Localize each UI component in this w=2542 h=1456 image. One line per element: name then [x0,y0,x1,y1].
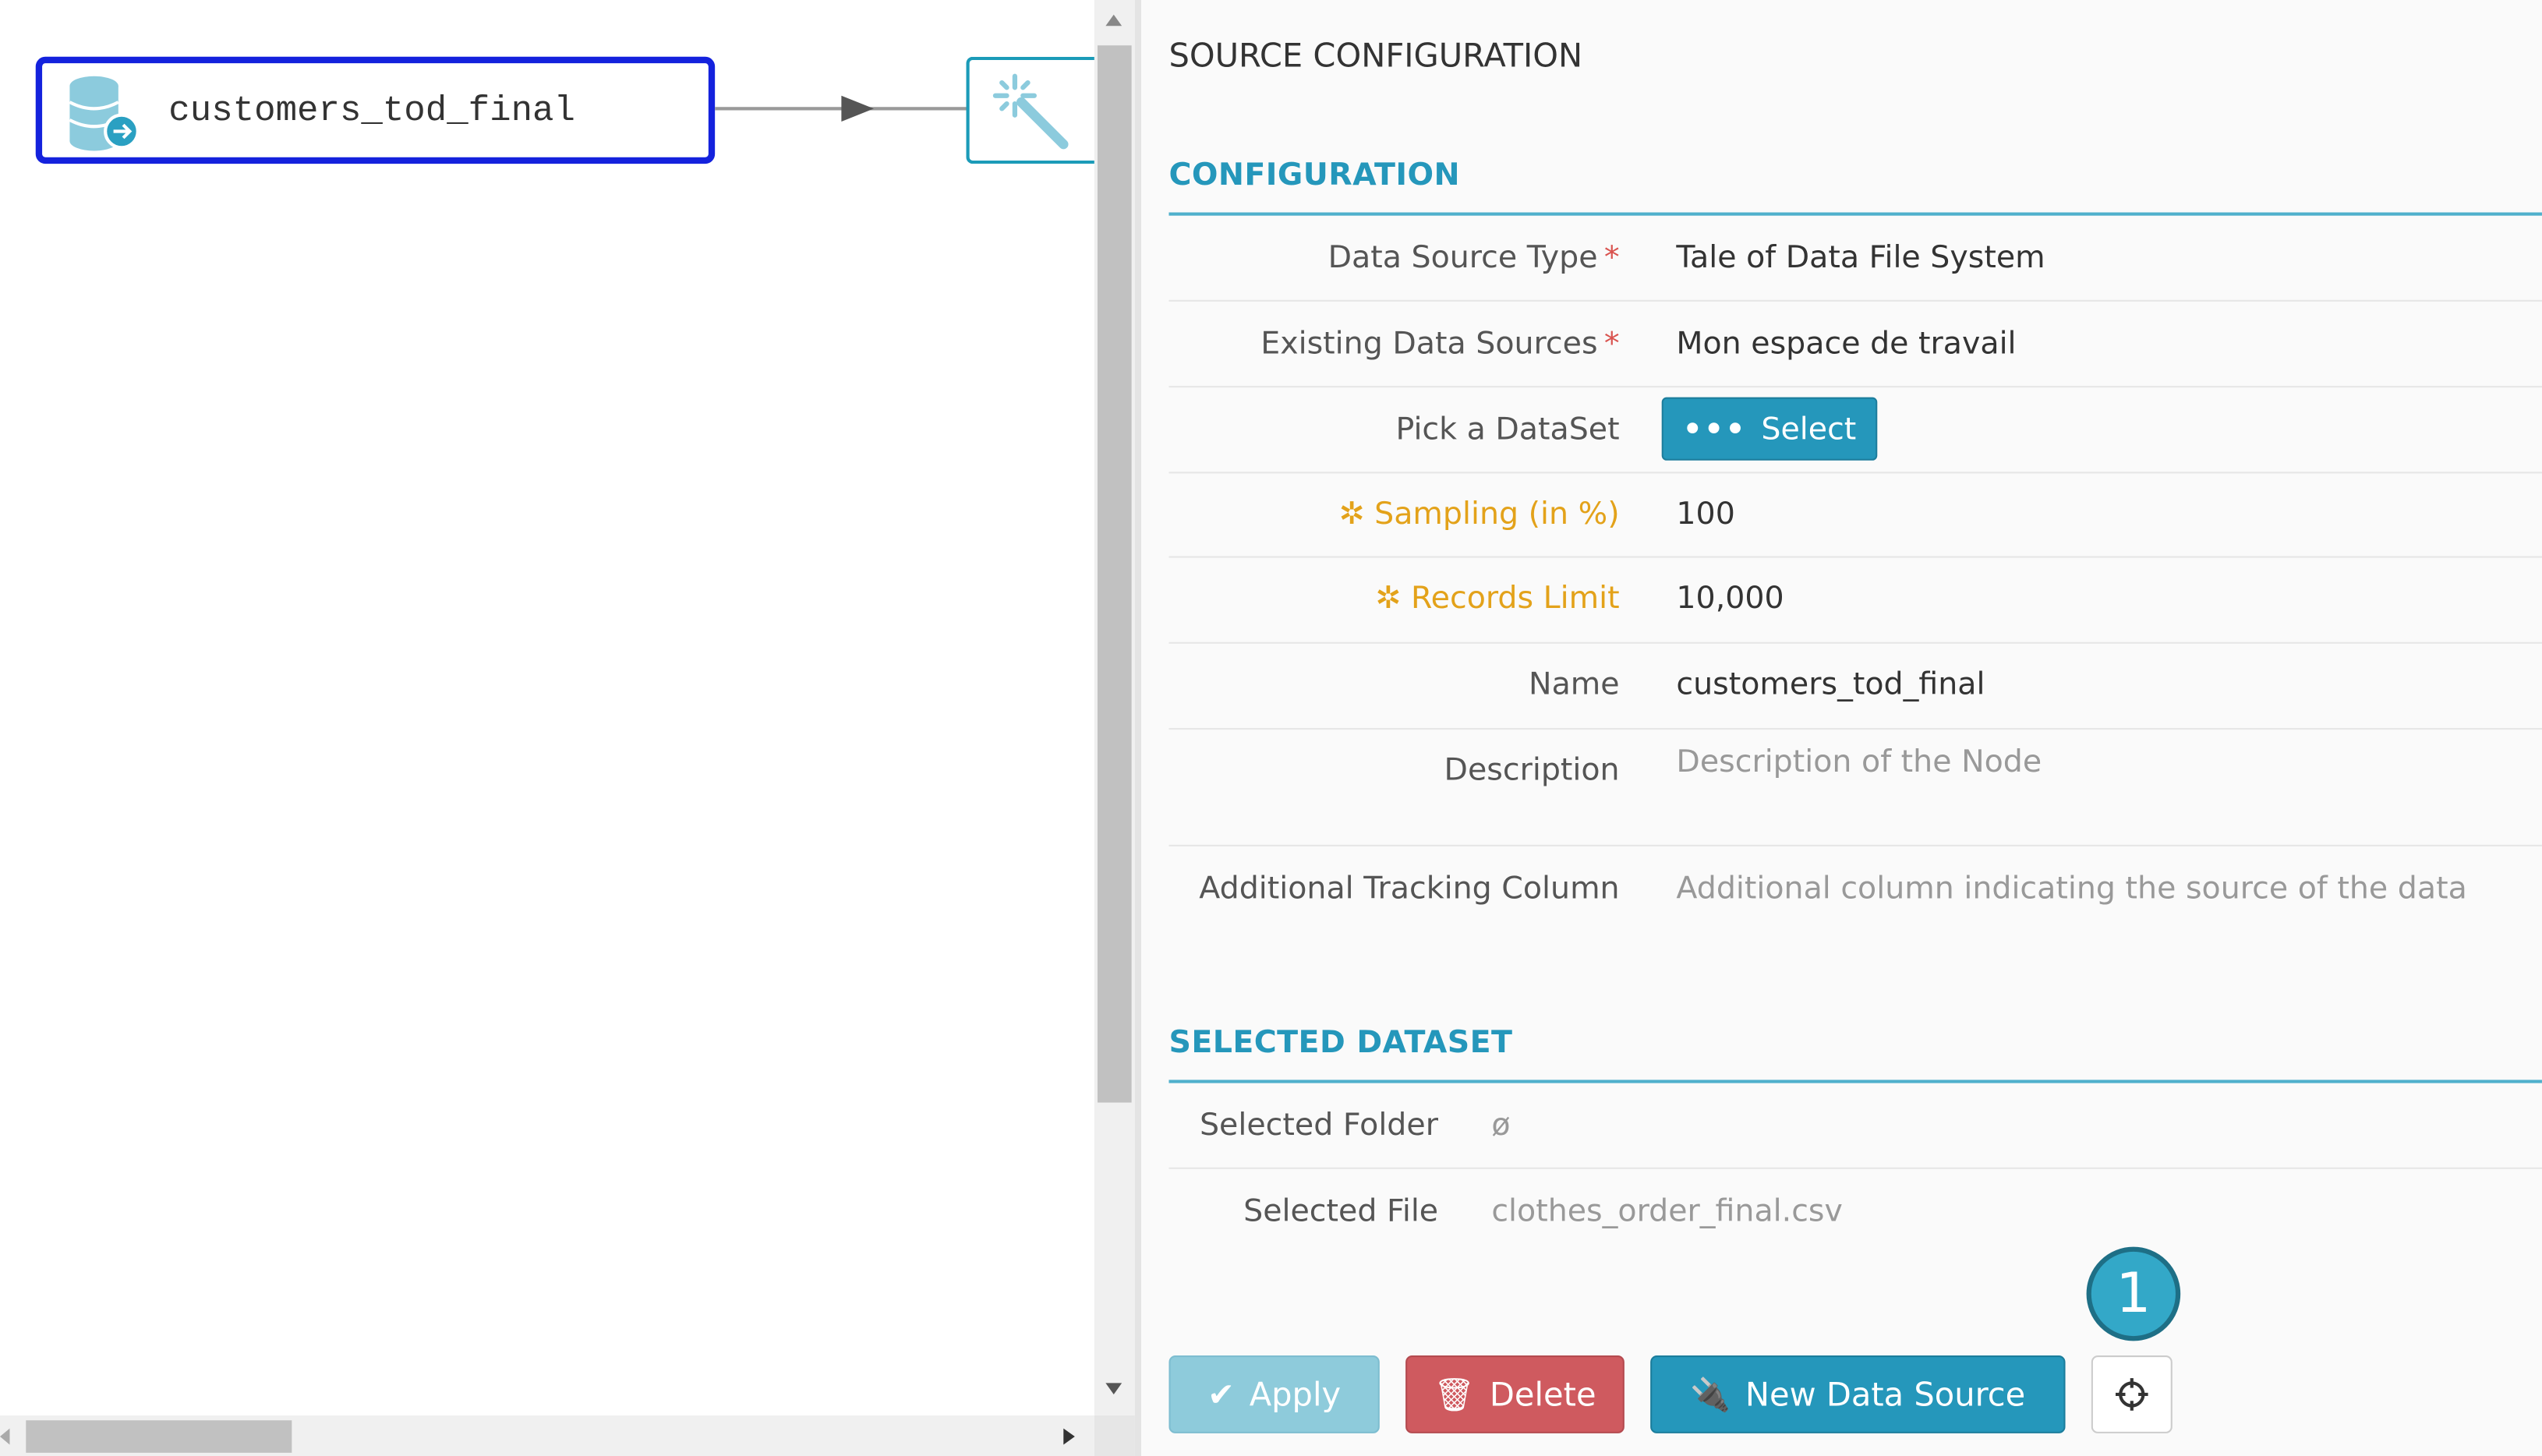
field-label: Selected File [1243,1193,1439,1229]
panel-title: SOURCE CONFIGURATION [1168,35,1583,75]
required-marker: * [1603,326,1620,362]
row-selected-file: Selected File clothes_order_final.csv [1168,1169,2542,1253]
field-label: Additional Tracking Column [1199,871,1620,906]
connection-arrow [715,95,968,122]
row-name: Name customers_tod_final [1168,644,2542,730]
field-label: Sampling (in %) [1374,496,1620,532]
records-limit-input[interactable]: 10,000 [1676,581,1784,617]
field-label: Existing Data Sources [1260,326,1598,362]
data-source-type-select[interactable]: Tale of Data File System [1676,240,2045,276]
row-records-limit: ✲ Records Limit 10,000 [1168,558,2542,644]
delete-label: Delete [1489,1375,1596,1414]
magic-wand-icon [992,73,1069,150]
apply-button[interactable]: ✔ Apply [1168,1355,1380,1433]
required-marker: * [1603,239,1620,276]
row-additional-tracking-column: Additional Tracking Column Additional co… [1168,846,2542,944]
field-label: Records Limit [1410,580,1620,617]
plug-icon: 🔌 [1690,1375,1731,1414]
trash-icon: 🗑 [1434,1375,1476,1414]
transform-node[interactable] [966,56,1100,164]
existing-data-sources-select[interactable]: Mon espace de travail [1676,326,2016,362]
field-label: Selected Folder [1199,1107,1438,1143]
name-input[interactable]: customers_tod_final [1676,666,1985,702]
new-data-source-label: New Data Source [1745,1375,2026,1414]
delete-button[interactable]: 🗑 Delete [1405,1355,1625,1433]
row-data-source-type: Data Source Type * Tale of Data File Syst… [1168,216,2542,302]
scroll-down-icon[interactable] [1105,1383,1123,1394]
tracking-column-input[interactable]: Additional column indicating the source … [1676,871,2466,906]
panel-divider[interactable] [1134,0,1142,1456]
sampling-input[interactable]: 100 [1676,497,1734,532]
flow-canvas[interactable]: customers_tod_final [0,0,1100,1416]
field-label: Pick a DataSet [1395,412,1620,448]
step-badge: 1 [2086,1246,2181,1341]
field-label: Description [1444,752,1620,788]
network-icon: ✲ [1375,580,1411,617]
new-data-source-button[interactable]: 🔌 New Data Source [1650,1355,2066,1433]
description-textarea[interactable]: Description of the Node [1676,744,2042,780]
field-label: Name [1529,666,1620,702]
configuration-heading: CONFIGURATION [1168,157,1461,193]
locate-button[interactable] [2091,1355,2173,1433]
check-icon: ✔ [1207,1375,1235,1414]
source-configuration-panel: SOURCE CONFIGURATION CONFIGURATION Data … [1141,0,2542,1456]
scroll-up-icon[interactable] [1105,14,1123,27]
selected-folder-value: ø [1491,1107,1511,1143]
ellipsis-icon: ••• [1682,411,1747,447]
row-description: Description Description of the Node [1168,730,2542,846]
selected-dataset-heading: SELECTED DATASET [1168,1024,1513,1061]
row-existing-data-sources: Existing Data Sources * Mon espace de tra… [1168,302,2542,388]
horizontal-scroll-thumb[interactable] [26,1420,292,1453]
vertical-scroll-thumb[interactable] [1097,45,1132,1103]
select-button-label: Select [1761,411,1857,447]
source-node[interactable]: customers_tod_final [35,56,716,164]
row-sampling: ✲ Sampling (in %) 100 [1168,473,2542,558]
field-label: Data Source Type [1328,239,1598,276]
source-node-label: customers_tod_final [168,90,575,132]
apply-label: Apply [1249,1375,1342,1414]
scroll-left-icon[interactable] [0,1428,10,1445]
select-dataset-button[interactable]: ••• Select [1661,397,1878,461]
row-selected-folder: Selected Folder ø [1168,1083,2542,1169]
selected-file-value: clothes_order_final.csv [1491,1193,1843,1229]
network-icon: ✲ [1338,496,1375,532]
row-pick-dataset: Pick a DataSet ••• Select [1168,387,2542,474]
crosshair-icon [2116,1378,2148,1411]
database-export-icon [69,76,140,151]
scroll-right-icon[interactable] [1063,1428,1075,1445]
scrollbar-corner [1094,1415,1135,1456]
